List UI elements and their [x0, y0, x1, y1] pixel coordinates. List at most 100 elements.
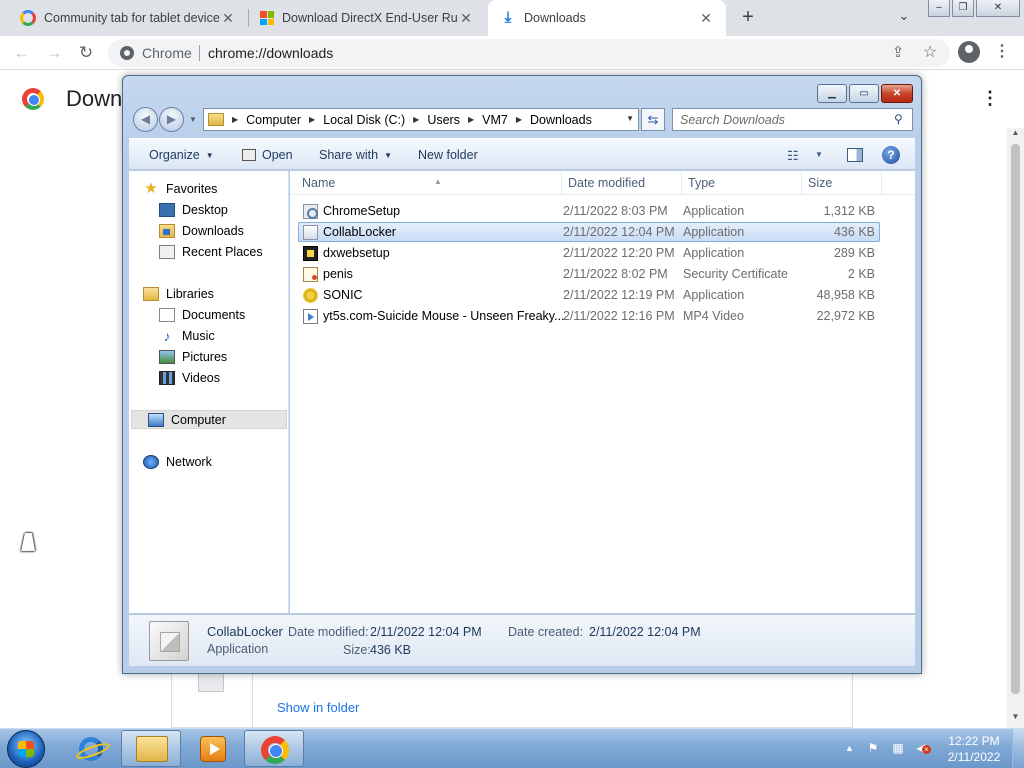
minimize-button[interactable]: ▁	[817, 84, 847, 103]
open-button[interactable]: Open	[242, 139, 293, 171]
nav-recent-places[interactable]: Recent Places	[159, 242, 263, 261]
start-button[interactable]	[7, 730, 45, 768]
clock-date[interactable]: 2/11/2022	[944, 750, 1004, 764]
refresh-button[interactable]: ⇆	[641, 108, 665, 131]
nav-downloads[interactable]: Downloads	[159, 221, 244, 240]
column-header-name[interactable]: Name ▲	[296, 171, 562, 195]
taskbar-windows-explorer[interactable]	[121, 730, 181, 767]
network-tray-icon[interactable]: ▦	[891, 741, 905, 755]
action-center-flag-icon[interactable]: ⚑	[866, 741, 880, 755]
search-icon[interactable]: ⚲	[894, 112, 908, 126]
file-size: 2 KB	[847, 267, 875, 281]
restore-window-button[interactable]: ❐	[952, 0, 974, 17]
scroll-up-arrow-icon[interactable]: ▲	[1007, 128, 1024, 142]
breadcrumb-chevron-icon[interactable]: ▶	[516, 115, 522, 124]
tab-strip: Community tab for tablet device ✕ Downlo…	[0, 0, 1024, 36]
tab-search-chevron-icon[interactable]: ⌄	[894, 8, 914, 28]
file-date-modified: 2/11/2022 8:02 PM	[563, 267, 668, 281]
file-row[interactable]: ChromeSetup 2/11/2022 8:03 PM Application 1…	[298, 201, 880, 221]
show-hidden-icons-icon[interactable]: ▲	[845, 743, 854, 753]
new-folder-button[interactable]: New folder	[418, 139, 478, 171]
clock-time[interactable]: 12:22 PM	[944, 734, 1004, 748]
details-type: Application	[207, 642, 269, 656]
share-with-button[interactable]: Share with ▼	[319, 139, 392, 171]
address-bar[interactable]: ▶ Computer ▶ Local Disk (C:) ▶ Users ▶ V…	[203, 108, 639, 131]
folder-icon	[208, 113, 224, 126]
close-button[interactable]: ✕	[881, 84, 913, 103]
nav-pictures[interactable]: Pictures	[159, 347, 227, 366]
taskbar-media-player[interactable]	[182, 730, 242, 767]
minimize-window-button[interactable]: –	[928, 0, 950, 17]
taskbar-internet-explorer[interactable]	[60, 730, 120, 767]
close-tab-icon[interactable]: ✕	[458, 10, 474, 27]
search-placeholder: Search Downloads	[680, 113, 785, 127]
preview-pane-icon[interactable]	[847, 148, 863, 162]
organize-button[interactable]: Organize ▼	[149, 139, 214, 171]
breadcrumb-users[interactable]: Users	[427, 113, 460, 127]
file-row[interactable]: CollabLocker 2/11/2022 12:04 PM Applicatio…	[298, 222, 880, 242]
details-date-modified: 2/11/2022 12:04 PM	[370, 625, 482, 639]
column-header-size[interactable]: Size	[802, 171, 882, 195]
nav-videos[interactable]: Videos	[159, 368, 220, 387]
breadcrumb-chevron-icon[interactable]: ▶	[468, 115, 474, 124]
breadcrumb-computer[interactable]: Computer	[246, 113, 301, 127]
tab-downloads[interactable]: ⤓ Downloads ✕	[488, 0, 726, 36]
address-dropdown-icon[interactable]: ▼	[626, 114, 634, 123]
nav-music[interactable]: ♪ Music	[159, 326, 215, 345]
column-header-type[interactable]: Type	[682, 171, 802, 195]
forward-arrow-icon[interactable]: →	[42, 41, 66, 65]
media-player-icon	[200, 736, 226, 762]
window-caption[interactable]: ▁ ▭ ✕	[123, 76, 921, 108]
volume-muted-icon[interactable]: ◀	[914, 741, 931, 755]
nav-computer[interactable]: Computer	[131, 410, 287, 429]
breadcrumb-chevron-icon[interactable]: ▶	[309, 115, 315, 124]
breadcrumb-chevron-icon[interactable]: ▶	[413, 115, 419, 124]
file-row[interactable]: yt5s.com-Suicide Mouse - Unseen Freaky..…	[298, 306, 880, 326]
back-button[interactable]: ◀	[133, 107, 158, 132]
nav-desktop[interactable]: Desktop	[159, 200, 228, 219]
breadcrumb-chevron-icon[interactable]: ▶	[232, 115, 238, 124]
breadcrumb-vm7[interactable]: VM7	[482, 113, 508, 127]
bookmark-star-icon[interactable]: ☆	[920, 42, 940, 62]
nav-network[interactable]: Network	[143, 452, 212, 471]
reload-icon[interactable]: ↻	[74, 41, 98, 65]
maximize-button[interactable]: ▭	[849, 84, 879, 103]
file-row[interactable]: dxwebsetup 2/11/2022 12:20 PM Application 2…	[298, 243, 880, 263]
tab-directx[interactable]: Download DirectX End-User Runti ✕	[248, 0, 486, 36]
file-name: penis	[323, 267, 353, 281]
page-scrollbar[interactable]: ▲ ▼	[1007, 128, 1024, 728]
back-arrow-icon[interactable]: ←	[10, 41, 34, 65]
close-window-button[interactable]: ✕	[976, 0, 1020, 17]
file-row[interactable]: penis 2/11/2022 8:02 PM Security Certifica…	[298, 264, 880, 284]
new-tab-button[interactable]: +	[736, 6, 760, 30]
change-view-icon[interactable]: ☷	[787, 148, 799, 164]
nav-documents[interactable]: Documents	[159, 305, 245, 324]
column-header-date-modified[interactable]: Date modified	[562, 171, 682, 195]
scroll-thumb[interactable]	[1011, 144, 1020, 694]
chrome-menu-icon[interactable]: ⋮	[994, 41, 1010, 63]
search-input[interactable]: Search Downloads ⚲	[672, 108, 913, 131]
view-dropdown-icon[interactable]: ▼	[815, 150, 823, 159]
organize-label: Organize	[149, 148, 200, 162]
close-tab-icon[interactable]: ✕	[220, 10, 236, 27]
forward-button[interactable]: ▶	[159, 107, 184, 132]
downloads-menu-icon[interactable]: ⋮	[980, 88, 1000, 109]
breadcrumb-local-disk[interactable]: Local Disk (C:)	[323, 113, 405, 127]
profile-avatar-icon[interactable]	[958, 41, 980, 63]
address-bar[interactable]: Chrome chrome://downloads ⇪ ☆	[108, 39, 950, 67]
tab-community[interactable]: Community tab for tablet device ✕	[8, 0, 248, 36]
taskbar-chrome[interactable]	[244, 730, 304, 767]
close-tab-icon[interactable]: ✕	[698, 10, 714, 27]
url-text[interactable]: chrome://downloads	[208, 45, 333, 61]
breadcrumb-downloads[interactable]: Downloads	[530, 113, 592, 127]
site-info-icon[interactable]	[120, 46, 134, 60]
file-row[interactable]: SONIC 2/11/2022 12:19 PM Application 48,958…	[298, 285, 880, 305]
show-desktop-button[interactable]	[1012, 729, 1024, 768]
help-icon[interactable]: ?	[882, 146, 900, 164]
recent-pages-dropdown-icon[interactable]: ▼	[189, 115, 197, 124]
show-in-folder-link[interactable]: Show in folder	[277, 700, 359, 715]
nav-favorites[interactable]: ★ Favorites	[143, 179, 217, 198]
scroll-down-arrow-icon[interactable]: ▼	[1007, 712, 1024, 726]
share-icon[interactable]: ⇪	[888, 43, 908, 61]
nav-libraries[interactable]: Libraries	[143, 284, 214, 303]
